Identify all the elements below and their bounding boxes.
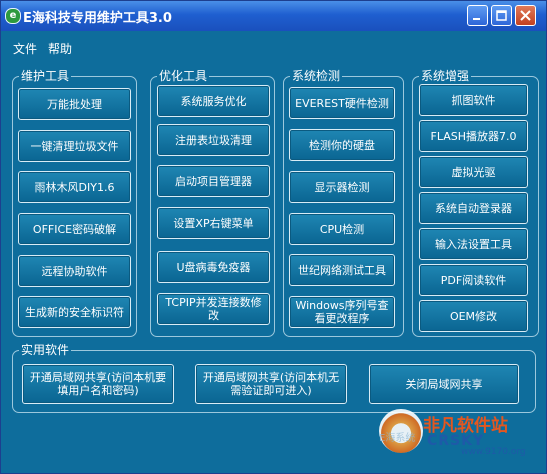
btn-network-test[interactable]: 世纪网络测试工具 bbox=[289, 254, 395, 286]
btn-flash-player[interactable]: FLASH播放器7.0 bbox=[419, 120, 528, 152]
group-label-detect: 系统检测 bbox=[290, 69, 343, 83]
btn-everest[interactable]: EVEREST硬件检测 bbox=[289, 87, 395, 119]
btn-oem-modify[interactable]: OEM修改 bbox=[419, 300, 528, 332]
btn-close-share[interactable]: 关闭局域网共享 bbox=[369, 364, 519, 404]
btn-usb-immune[interactable]: U盘病毒免疫器 bbox=[157, 251, 270, 283]
watermark-url: www.9170.org bbox=[461, 447, 526, 457]
btn-startup-manager[interactable]: 启动项目管理器 bbox=[157, 165, 270, 197]
app-window: e E海科技专用维护工具3.0 文件 帮助 维护工具 万能批处理 一键清理垃圾文… bbox=[0, 0, 547, 474]
btn-auto-login[interactable]: 系统自动登录器 bbox=[419, 192, 528, 224]
group-label-utility: 实用软件 bbox=[19, 343, 72, 357]
watermark: E海系统 非凡软件站 CRSKY www.9170.org bbox=[379, 405, 539, 463]
minimize-button[interactable] bbox=[467, 5, 488, 26]
btn-disk-check[interactable]: 检测你的硬盘 bbox=[289, 129, 395, 161]
btn-pdf-reader[interactable]: PDF阅读软件 bbox=[419, 264, 528, 296]
minimize-icon bbox=[473, 18, 480, 20]
window-title: E海科技专用维护工具3.0 bbox=[23, 11, 172, 26]
btn-registry-clean[interactable]: 注册表垃圾清理 bbox=[157, 124, 270, 156]
maximize-button[interactable] bbox=[491, 5, 512, 26]
menu-file[interactable]: 文件 bbox=[13, 40, 37, 57]
group-label-maintenance: 维护工具 bbox=[19, 69, 72, 83]
group-enhance: 系统增强 抓图软件 FLASH播放器7.0 虚拟光驱 系统自动登录器 输入法设置… bbox=[412, 69, 539, 337]
btn-tcpip-patch[interactable]: TCPIP并发连接数修改 bbox=[157, 293, 270, 325]
btn-batch-process[interactable]: 万能批处理 bbox=[18, 88, 131, 120]
group-maintenance: 维护工具 万能批处理 一键清理垃圾文件 雨林木风DIY1.6 OFFICE密码破… bbox=[12, 69, 137, 337]
group-utility: 实用软件 开通局域网共享(访问本机要填用户名和密码) 开通局域网共享(访问本机无… bbox=[12, 343, 536, 413]
btn-screenshot[interactable]: 抓图软件 bbox=[419, 84, 528, 116]
btn-xp-context-menu[interactable]: 设置XP右键菜单 bbox=[157, 207, 270, 239]
close-icon bbox=[520, 10, 531, 21]
group-label-optimize: 优化工具 bbox=[157, 69, 210, 83]
btn-monitor-check[interactable]: 显示器检测 bbox=[289, 171, 395, 203]
btn-share-with-auth[interactable]: 开通局域网共享(访问本机要填用户名和密码) bbox=[22, 364, 174, 404]
btn-new-sid[interactable]: 生成新的安全标识符 bbox=[18, 296, 131, 328]
e-logo-icon: e bbox=[5, 8, 21, 24]
btn-ylmf-diy[interactable]: 雨林木风DIY1.6 bbox=[18, 171, 131, 203]
group-label-enhance: 系统增强 bbox=[419, 69, 472, 83]
close-button[interactable] bbox=[515, 5, 536, 26]
group-optimize: 优化工具 系统服务优化 注册表垃圾清理 启动项目管理器 设置XP右键菜单 U盘病… bbox=[150, 69, 275, 337]
btn-office-crack[interactable]: OFFICE密码破解 bbox=[18, 213, 131, 245]
btn-share-no-auth[interactable]: 开通局域网共享(访问本机无需验证即可进入) bbox=[195, 364, 347, 404]
menu-bar: 文件 帮助 bbox=[1, 31, 546, 63]
watermark-faint-text: E海系统 bbox=[379, 433, 416, 444]
btn-service-optimize[interactable]: 系统服务优化 bbox=[157, 85, 270, 117]
btn-windows-serial[interactable]: Windows序列号查看更改程序 bbox=[289, 296, 395, 328]
btn-clean-junk[interactable]: 一键清理垃圾文件 bbox=[18, 130, 131, 162]
maximize-icon bbox=[496, 10, 507, 21]
btn-ime-settings[interactable]: 输入法设置工具 bbox=[419, 228, 528, 260]
btn-virtual-drive[interactable]: 虚拟光驱 bbox=[419, 156, 528, 188]
title-bar[interactable]: e E海科技专用维护工具3.0 bbox=[1, 1, 546, 31]
btn-cpu-check[interactable]: CPU检测 bbox=[289, 213, 395, 245]
menu-help[interactable]: 帮助 bbox=[48, 40, 72, 57]
group-detect: 系统检测 EVEREST硬件检测 检测你的硬盘 显示器检测 CPU检测 世纪网络… bbox=[283, 69, 404, 337]
btn-remote-assist[interactable]: 远程协助软件 bbox=[18, 255, 131, 287]
